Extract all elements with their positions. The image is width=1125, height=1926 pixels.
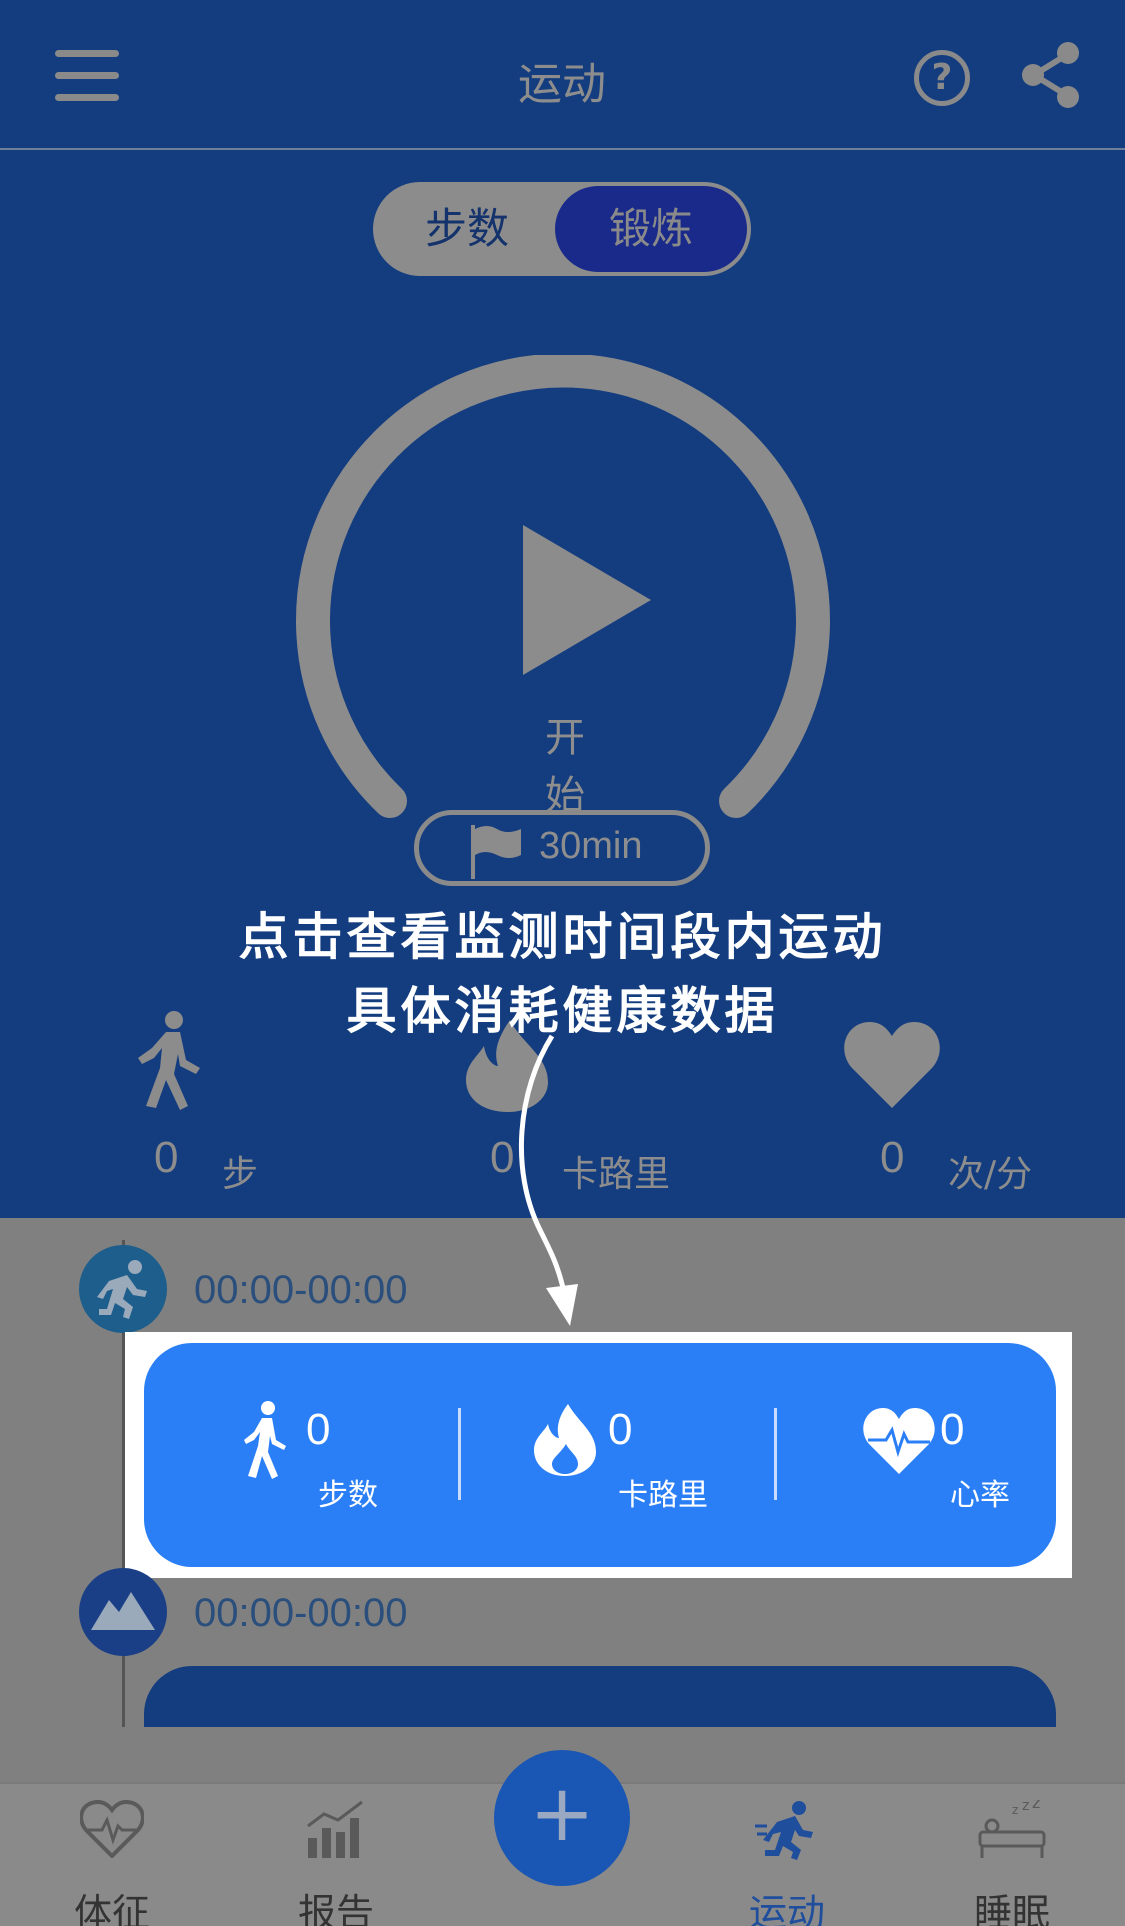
exercise-icon [755,1801,813,1860]
nav-label: 睡眠 [973,1891,1050,1926]
svg-text:z: z [1012,1803,1018,1817]
mountain-icon [79,1568,167,1656]
play-icon[interactable] [523,525,651,675]
sleep-icon: z z z [978,1800,1046,1858]
hint-arrow-icon [518,1034,578,1326]
running-icon [79,1245,167,1333]
card-steps-value: 0 [306,1405,331,1454]
walking-icon [244,1401,286,1479]
hint-line-1: 点击查看监测时间段内运动 [238,908,887,966]
add-button[interactable]: + [494,1750,630,1886]
card-calories-value: 0 [608,1405,633,1454]
app-header: 运动 ? [0,0,1125,150]
plus-icon: + [529,1769,595,1859]
menu-icon[interactable] [55,50,119,102]
card-calories-label: 卡路里 [618,1478,708,1513]
tutorial-hint: 点击查看监测时间段内运动 具体消耗健康数据 [0,900,1125,1048]
tab-workout[interactable]: 锻炼 [555,186,747,272]
svg-text:z: z [1032,1800,1040,1812]
session-time: 00:00-00:00 [194,1268,408,1312]
start-label: 开 始 [545,715,599,819]
nav-label: 报告 [297,1891,374,1926]
tab-steps[interactable]: 步数 [373,182,561,276]
card-heart-rate-label: 心率 [950,1478,1010,1513]
report-icon [307,1800,363,1858]
steps-unit: 步 [222,1154,259,1195]
goal-button[interactable]: 30min [414,810,710,886]
steps-value: 0 [154,1133,179,1182]
divider [458,1408,461,1500]
card-heart-rate-value: 0 [940,1405,965,1454]
heart-rate-unit: 次/分 [948,1154,1033,1195]
vitals-icon [80,1800,144,1858]
svg-text:z: z [1022,1800,1029,1814]
nav-label: 体征 [73,1891,150,1926]
flag-icon [471,825,521,879]
session-time: 00:00-00:00 [194,1591,408,1635]
goal-duration: 30min [539,825,643,867]
card-steps-label: 步数 [318,1478,378,1513]
help-icon[interactable]: ? [914,50,970,106]
flame-icon [534,1404,596,1476]
page-title: 运动 [518,59,606,110]
nav-label: 运动 [748,1891,825,1926]
heart-rate-value: 0 [880,1133,905,1182]
heart-rate-icon [863,1408,935,1474]
divider [774,1408,777,1500]
mode-toggle[interactable]: 步数 锻炼 [373,182,751,276]
share-icon[interactable] [1018,40,1084,110]
